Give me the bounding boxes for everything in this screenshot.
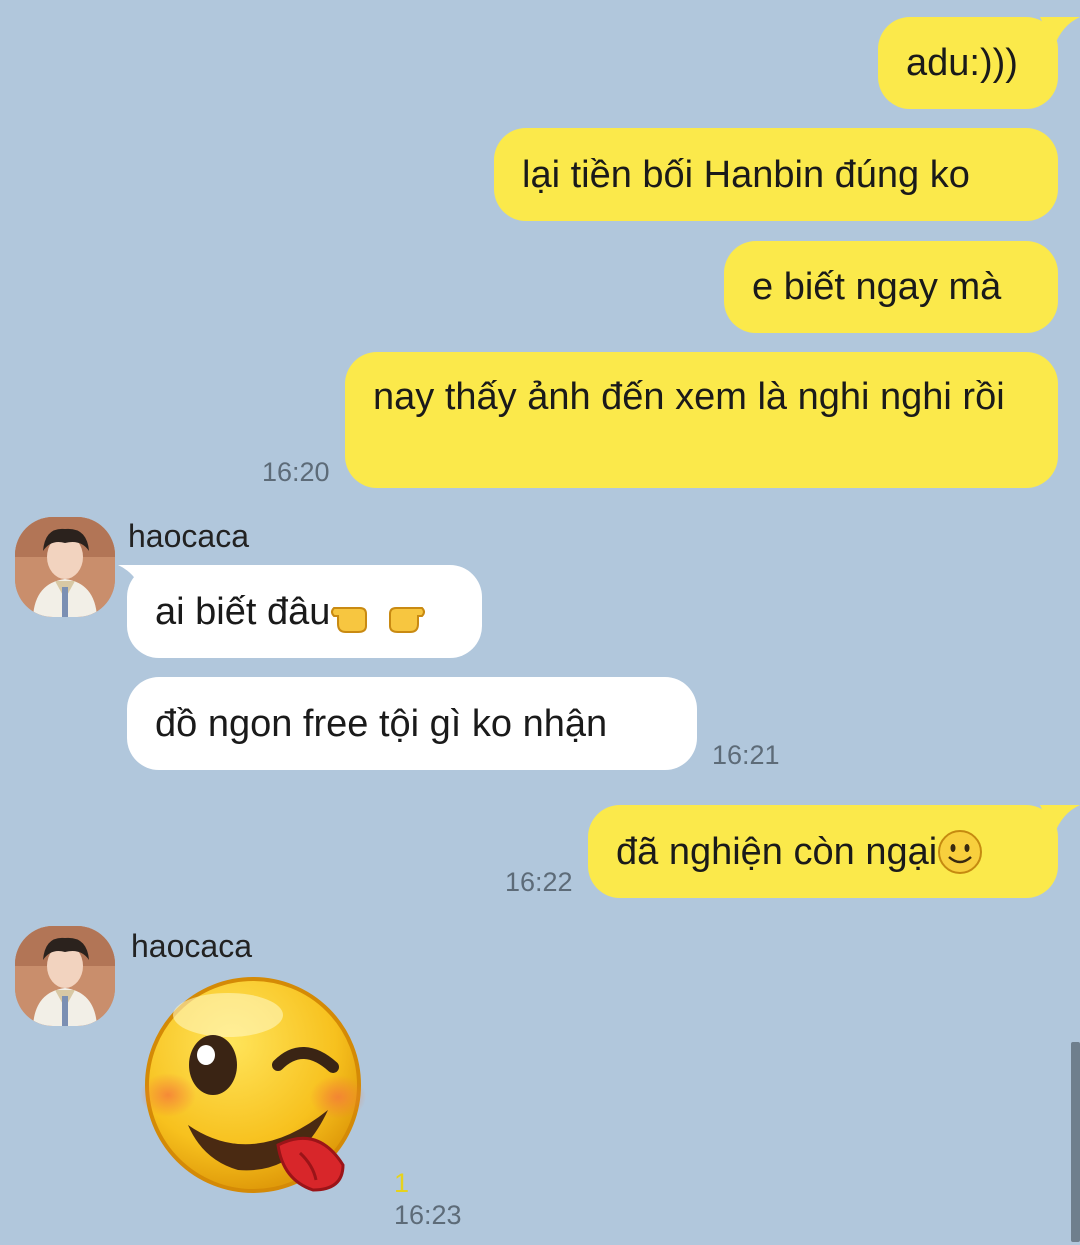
message-time: 16:22 xyxy=(505,867,573,897)
unread-count: 1 xyxy=(394,1168,410,1198)
wink-tongue-emoji-sticker[interactable] xyxy=(128,975,383,1205)
bubble-tail xyxy=(118,565,158,595)
message-text: e biết ngay mà xyxy=(752,266,1002,308)
message-time: 16:21 xyxy=(712,740,780,770)
message-text: ai biết đâu xyxy=(155,590,331,633)
bubble-tail xyxy=(1040,805,1080,835)
pointing-hands-emoji xyxy=(331,606,426,633)
scrollbar[interactable] xyxy=(1071,1042,1080,1242)
chat-view[interactable]: adu:))) lại tiền bối Hanbin đúng ko e bi… xyxy=(0,0,1080,1245)
outgoing-message[interactable]: nay thấy ảnh đến xem là nghi nghi rồi xyxy=(345,352,1058,488)
outgoing-message[interactable]: lại tiền bối Hanbin đúng ko xyxy=(494,128,1058,221)
avatar[interactable] xyxy=(15,926,115,1026)
profile-photo-icon xyxy=(15,926,115,1026)
sender-name: haocaca xyxy=(131,928,252,964)
avatar[interactable] xyxy=(15,517,115,617)
outgoing-message[interactable]: e biết ngay mà xyxy=(724,241,1058,333)
message-text: nay thấy ảnh đến xem là nghi nghi rồi xyxy=(373,376,1005,418)
message-text: lại tiền bối Hanbin đúng ko xyxy=(522,153,970,196)
incoming-message[interactable]: ai biết đâu xyxy=(127,565,482,658)
incoming-message[interactable]: đồ ngon free tội gì ko nhận xyxy=(127,677,697,770)
message-time: 16:20 xyxy=(262,457,330,487)
message-time: 16:23 xyxy=(394,1200,462,1230)
message-text: adu:))) xyxy=(906,42,1018,84)
message-text: đã nghiện còn ngại xyxy=(616,830,938,873)
sender-name: haocaca xyxy=(128,518,249,554)
message-text: đồ ngon free tội gì ko nhận xyxy=(155,702,608,745)
outgoing-message[interactable]: đã nghiện còn ngại xyxy=(588,805,1058,898)
profile-photo-icon xyxy=(15,517,115,617)
bubble-tail xyxy=(1040,17,1080,47)
smile-emoji xyxy=(938,829,983,874)
outgoing-message[interactable]: adu:))) xyxy=(878,17,1058,109)
